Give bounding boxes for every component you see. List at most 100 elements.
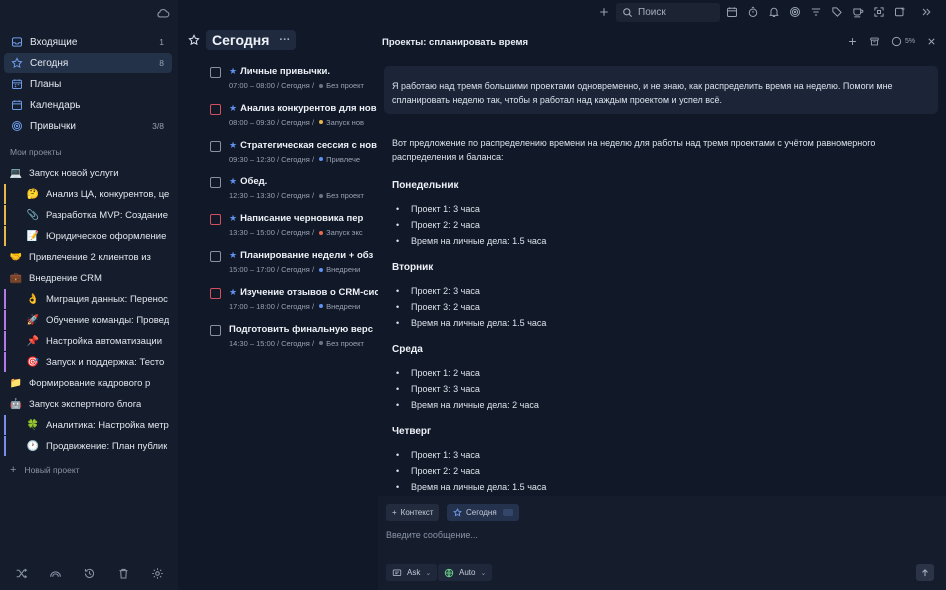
task-project: Запуск нов (326, 117, 364, 127)
sidebar-project-item[interactable]: 🤔 Анализ ЦА, конкурентов, це (4, 184, 172, 204)
filter-icon[interactable] (810, 6, 822, 18)
user-message: Я работаю над тремя большими проектами о… (384, 66, 938, 114)
sidebar-project-item[interactable]: 📝 Юридическое оформление (4, 226, 172, 246)
sidebar-item-inbox[interactable]: Входящие 1 (4, 32, 172, 52)
stopwatch-icon[interactable] (747, 6, 759, 18)
day-heading: Понедельник (392, 180, 459, 191)
sidebar-header (0, 0, 178, 28)
sidebar-item-label: Привычки (30, 120, 77, 132)
sidebar-project-item[interactable]: 🍀 Аналитика: Настройка метр (4, 415, 172, 435)
sidebar-project-item[interactable]: 🕐 Продвижение: План публик (4, 436, 172, 456)
sidebar-item-label: Входящие (30, 36, 78, 48)
project-emoji-icon: 🕐 (26, 440, 40, 452)
new-project-button[interactable]: + Новый проект (10, 464, 80, 476)
task-item[interactable]: ★ Изучение отзывов о CRM-сис 17:00 – 18:00… (210, 286, 378, 318)
task-checkbox[interactable] (210, 251, 221, 262)
task-checkbox[interactable] (210, 287, 221, 299)
task-meta: 12:30 – 13:30 / Сегодня / Без проект (229, 191, 364, 200)
panel-add-icon[interactable] (894, 6, 906, 18)
task-item[interactable]: ★ Стратегическая сессия с нов 09:30 – 12:3… (210, 139, 378, 171)
ask-mode-select[interactable]: Ask ⌄ (386, 564, 438, 581)
task-item[interactable]: ★ Анализ конкурентов для нов 08:00 – 09:30… (210, 102, 378, 134)
sidebar-project-item[interactable]: 🚀 Обучение команды: Провед (4, 310, 172, 330)
project-emoji-icon: 👌 (26, 293, 40, 305)
calendar-icon[interactable] (726, 6, 738, 18)
cloud-sync-icon[interactable] (156, 6, 170, 20)
project-emoji-icon: 🤖 (9, 398, 23, 410)
project-dot (319, 157, 324, 162)
search-input[interactable]: Поиск (638, 7, 666, 18)
chip-remove-handle[interactable] (502, 509, 513, 516)
new-project-label: Новый проект (24, 465, 80, 475)
task-checkbox[interactable] (210, 140, 221, 152)
sidebar-project-item[interactable]: 🎯 Запуск и поддержка: Тесто (4, 352, 172, 372)
task-title: ★ Изучение отзывов о CRM-сис (229, 287, 378, 298)
schedule-bullet-text: Время на личные дела: 1.5 часа (411, 482, 547, 492)
sidebar-item-today[interactable]: Сегодня 8 (4, 53, 172, 73)
task-time: 12:30 – 13:30 / Сегодня (229, 191, 310, 201)
schedule-bullet-text: Проект 2: 2 часа (411, 466, 480, 476)
sidebar-item-calendar[interactable]: Календарь (4, 95, 172, 115)
more-options-icon[interactable]: ··· (279, 34, 290, 46)
task-checkbox[interactable] (210, 214, 221, 226)
close-icon[interactable] (926, 36, 937, 47)
sidebar-project-item[interactable]: 📁 Формирование кадрового р (4, 373, 172, 393)
sidebar-project-item[interactable]: 💻 Запуск новой услуги (4, 163, 172, 183)
focus-target-icon[interactable] (789, 6, 801, 18)
sidebar-project-item[interactable]: 🤝 Привлечение 2 клиентов из (4, 247, 172, 267)
task-checkbox[interactable] (210, 67, 221, 78)
sidebar-project-item[interactable]: 🤖 Запуск экспертного блога (4, 394, 172, 414)
today-chip-label: Сегодня (466, 508, 497, 517)
add-context-chip[interactable]: + Контекст (386, 504, 440, 521)
fullscreen-icon[interactable] (873, 6, 885, 18)
new-chat-icon[interactable] (847, 36, 858, 47)
ai-chat-panel: Проекты: спланировать время 5% Я работаю… (378, 26, 946, 590)
answer-intro: Вот предложение по распределению времени… (392, 138, 876, 162)
settings-gear-icon[interactable] (151, 567, 164, 580)
sidebar-project-item[interactable]: 👌 Миграция данных: Перенос (4, 289, 172, 309)
send-button[interactable] (916, 564, 934, 581)
message-input[interactable]: Введите сообщение... (386, 530, 478, 540)
task-checkbox[interactable] (210, 177, 221, 189)
task-item[interactable]: ★ Личные привычки. 07:00 – 08:00 / Сегодня… (210, 65, 378, 97)
project-emoji-icon: 🎯 (26, 356, 40, 368)
plus-icon: + (10, 464, 17, 476)
collapse-right-icon[interactable] (920, 6, 932, 18)
sidebar-item-plans[interactable]: Планы (4, 74, 172, 94)
task-title-text: Анализ конкурентов для нов (240, 102, 377, 114)
cup-icon[interactable] (852, 6, 864, 18)
context-chip-label: Контекст (400, 508, 434, 517)
rainbow-icon[interactable] (49, 567, 62, 580)
add-icon[interactable] (598, 6, 610, 18)
task-checkbox[interactable] (210, 103, 221, 115)
task-project: Без проект (326, 81, 364, 90)
project-emoji-icon: 🤝 (9, 251, 23, 263)
schedule-bullet-text: Время на личные дела: 2 часа (411, 400, 539, 410)
shuffle-icon[interactable] (15, 567, 28, 580)
sidebar-project-item[interactable]: 💼 Внедрение CRM (4, 268, 172, 288)
task-item[interactable]: ★ Обед. 12:30 – 13:30 / Сегодня / Без прое… (210, 175, 378, 207)
sidebar-project-item[interactable]: 📌 Настройка автоматизации (4, 331, 172, 351)
task-item[interactable]: ★ Планирование недели + обз 15:00 – 17:00 … (210, 249, 378, 281)
task-item[interactable]: ★ Написание черновика пер 13:30 – 15:00 / … (210, 212, 378, 244)
search-icon (623, 8, 632, 17)
history-icon[interactable] (83, 567, 96, 580)
schedule-bullet: Время на личные дела: 1.5 часа (396, 318, 546, 328)
sidebar-project-item[interactable]: 📎 Разработка MVP: Создание (4, 205, 172, 225)
project-color-bar (4, 205, 6, 225)
schedule-bullet-text: Проект 1: 3 часа (411, 204, 480, 214)
schedule-bullet-text: Проект 3: 2 часа (411, 302, 480, 312)
task-item[interactable]: Подготовить финальную верс 14:30 – 15:00 … (210, 323, 378, 355)
today-context-chip[interactable]: Сегодня (447, 504, 519, 521)
trash-icon[interactable] (117, 567, 130, 580)
tag-icon[interactable] (831, 6, 843, 18)
target-icon (12, 121, 22, 131)
page-title[interactable]: Сегодня ··· (206, 30, 297, 50)
task-checkbox[interactable] (210, 324, 221, 336)
model-auto-select[interactable]: Auto ⌄ (438, 564, 493, 581)
archive-icon[interactable] (869, 36, 880, 47)
project-emoji-icon: 💻 (9, 167, 23, 179)
bell-icon[interactable] (768, 6, 780, 18)
sidebar-item-habits[interactable]: Привычки 3/8 (4, 116, 172, 136)
search-box[interactable]: Поиск (616, 3, 720, 22)
